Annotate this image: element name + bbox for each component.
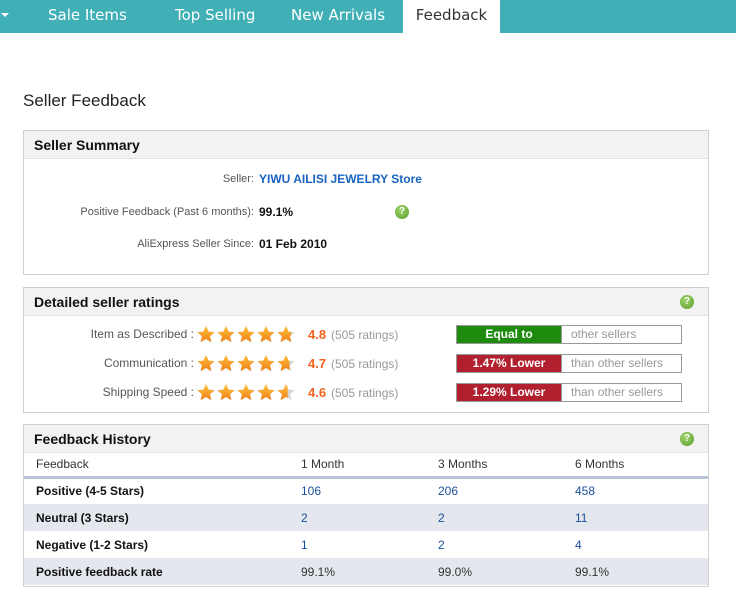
dropdown-caret-icon[interactable] xyxy=(1,13,9,17)
tab-feedback[interactable]: Feedback xyxy=(403,0,500,33)
detailed-ratings-panel: Detailed seller ratings ? Item as Descri… xyxy=(23,287,709,413)
table-row: Negative (1-2 Stars) 1 2 4 xyxy=(24,531,708,558)
column-header: Feedback xyxy=(24,453,301,479)
row-label: Neutral (3 Stars) xyxy=(24,504,301,531)
rating-count: (505 ratings) xyxy=(331,386,399,400)
feedback-history-table: Feedback 1 Month 3 Months 6 Months Posit… xyxy=(24,453,708,585)
cell-value-link[interactable]: 106 xyxy=(301,477,438,504)
store-nav-bar: Sale Items Top Selling New Arrivals Feed… xyxy=(0,0,736,33)
star-rating xyxy=(197,384,295,401)
feedback-history-panel: Feedback History ? Feedback 1 Month 3 Mo… xyxy=(23,424,709,587)
panel-header: Seller Summary xyxy=(24,131,708,159)
panel-title: Detailed seller ratings xyxy=(34,294,180,310)
star-rating xyxy=(197,355,295,372)
cell-value-link[interactable]: 206 xyxy=(438,477,575,504)
star-icon xyxy=(197,326,215,343)
rating-label: Item as Described : xyxy=(90,327,194,341)
comparison-badge: 1.29% Lower xyxy=(457,384,561,401)
star-icon xyxy=(277,355,295,372)
rating-label: Communication : xyxy=(103,356,194,370)
cell-value-link[interactable]: 2 xyxy=(438,504,575,531)
panel-header: Detailed seller ratings ? xyxy=(24,288,708,316)
star-icon xyxy=(197,355,215,372)
comparison-bar: 1.47% Lower than other sellers xyxy=(456,354,682,373)
cell-value: 99.0% xyxy=(438,558,575,585)
help-icon[interactable]: ? xyxy=(680,432,694,446)
comparison-badge: Equal to xyxy=(457,326,561,343)
tab-top-selling[interactable]: Top Selling xyxy=(154,0,276,33)
star-rating xyxy=(197,326,295,343)
tab-new-arrivals[interactable]: New Arrivals xyxy=(270,0,406,33)
panel-header: Feedback History ? xyxy=(24,425,708,453)
panel-title: Feedback History xyxy=(34,431,151,447)
panel-title: Seller Summary xyxy=(34,137,140,153)
star-icon xyxy=(277,384,295,401)
row-label: Negative (1-2 Stars) xyxy=(36,537,149,552)
cell-value-link[interactable]: 4 xyxy=(575,531,708,558)
help-icon[interactable]: ? xyxy=(680,295,694,309)
seller-since-value: 01 Feb 2010 xyxy=(259,237,328,251)
comparison-text: other sellers xyxy=(561,326,681,343)
tab-sale-items[interactable]: Sale Items xyxy=(27,0,148,33)
star-icon xyxy=(277,326,295,343)
rating-score: 4.7 xyxy=(308,356,327,371)
comparison-text: than other sellers xyxy=(561,384,681,401)
table-row: Positive (4-5 Stars) 106 206 458 xyxy=(24,477,708,504)
seller-since-label: AliExpress Seller Since: xyxy=(137,238,254,250)
star-icon xyxy=(217,384,235,401)
cell-value: 99.1% xyxy=(575,558,708,585)
page-title: Seller Feedback xyxy=(23,91,146,110)
comparison-bar: 1.29% Lower than other sellers xyxy=(456,383,682,402)
seller-label: Seller: xyxy=(222,173,254,185)
table-row: Neutral (3 Stars) 2 2 11 xyxy=(24,504,708,531)
cell-value: 99.1% xyxy=(301,558,438,585)
column-header: 3 Months xyxy=(438,453,575,479)
column-header: 1 Month xyxy=(301,453,438,479)
star-icon xyxy=(257,326,275,343)
seller-summary-panel: Seller Summary Seller: YIWU AILISI JEWEL… xyxy=(23,130,709,275)
positive-feedback-value: 99.1% xyxy=(259,205,294,219)
cell-value-link[interactable]: 458 xyxy=(575,477,708,504)
rating-count: (505 ratings) xyxy=(331,357,399,371)
row-label: Positive feedback rate xyxy=(24,558,301,585)
cell-value-link[interactable]: 2 xyxy=(438,531,575,558)
column-header: 6 Months xyxy=(575,453,708,479)
cell-value-link[interactable]: 2 xyxy=(301,504,438,531)
cell-value-link[interactable]: 1 xyxy=(301,531,438,558)
star-icon xyxy=(217,326,235,343)
rating-score: 4.6 xyxy=(308,385,327,400)
star-icon xyxy=(257,355,275,372)
positive-feedback-label: Positive Feedback (Past 6 months): xyxy=(80,206,254,218)
table-header-row: Feedback 1 Month 3 Months 6 Months xyxy=(24,453,708,479)
comparison-badge: 1.47% Lower xyxy=(457,355,561,372)
star-icon xyxy=(237,326,255,343)
rating-score: 4.8 xyxy=(308,327,327,342)
comparison-text: than other sellers xyxy=(561,355,681,372)
cell-value-link[interactable]: 11 xyxy=(575,504,708,531)
star-icon xyxy=(237,355,255,372)
comparison-bar: Equal to other sellers xyxy=(456,325,682,344)
row-label: Positive (4-5 Stars) xyxy=(36,484,145,499)
star-icon xyxy=(237,384,255,401)
table-row: Positive feedback rate 99.1% 99.0% 99.1% xyxy=(24,558,708,585)
star-icon xyxy=(257,384,275,401)
help-icon[interactable]: ? xyxy=(395,205,409,219)
star-icon xyxy=(197,384,215,401)
seller-name-link[interactable]: YIWU AILISI JEWELRY Store xyxy=(259,172,422,186)
star-icon xyxy=(217,355,235,372)
rating-count: (505 ratings) xyxy=(331,328,399,342)
rating-label: Shipping Speed : xyxy=(102,385,194,399)
